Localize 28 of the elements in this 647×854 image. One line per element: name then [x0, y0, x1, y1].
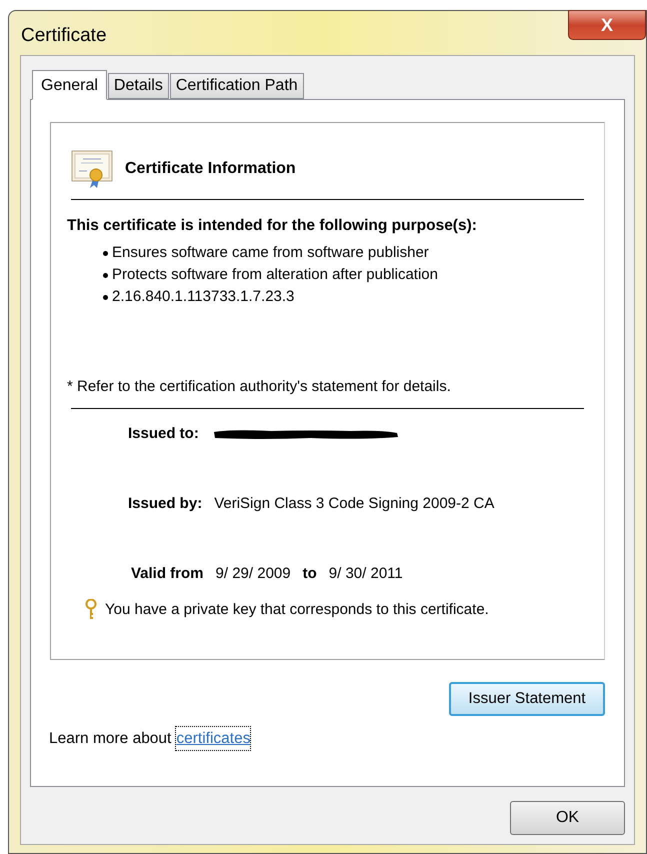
- purpose-item: Ensures software came from software publisher: [112, 243, 429, 264]
- certificate-icon: [71, 149, 115, 189]
- issuer-statement-button[interactable]: Issuer Statement: [449, 682, 605, 716]
- bullet: [103, 272, 108, 278]
- window-title: Certificate: [21, 24, 107, 48]
- field-value: VeriSign Class 3 Code Signing 2009-2 CA: [214, 494, 494, 514]
- date-value: 9/ 30/ 2011: [328, 564, 403, 584]
- learn-more-text: Learn more about: [49, 729, 172, 749]
- purpose-heading: This certificate is intended for the following purpose(s):: [67, 216, 478, 236]
- bullet: [103, 294, 108, 300]
- field-label: Valid from: [131, 564, 204, 584]
- bullet: [103, 250, 108, 256]
- field-label: Issued to:: [128, 424, 199, 444]
- tab[interactable]: General: [32, 70, 107, 100]
- field-label: Issued by:: [128, 494, 202, 514]
- section-heading: Certificate Information: [125, 159, 296, 179]
- private-key-text: You have a private key that corresponds to this certificate.: [105, 600, 489, 620]
- purpose-item: 2.16.840.1.113733.1.7.23.3: [112, 287, 294, 308]
- ok-button[interactable]: OK: [510, 801, 625, 835]
- note-text: * Refer to the certification authority's statement for details.: [67, 377, 452, 398]
- tab[interactable]: Certification Path: [170, 73, 304, 99]
- certificates-link[interactable]: certificates: [175, 726, 252, 752]
- field-label: to: [302, 564, 317, 584]
- close-button[interactable]: X: [568, 10, 646, 40]
- key-icon: [85, 599, 97, 621]
- tab[interactable]: Details: [108, 73, 169, 99]
- purpose-item: Protects software from alteration after publication: [112, 265, 438, 286]
- date-value: 9/ 29/ 2009: [216, 564, 291, 584]
